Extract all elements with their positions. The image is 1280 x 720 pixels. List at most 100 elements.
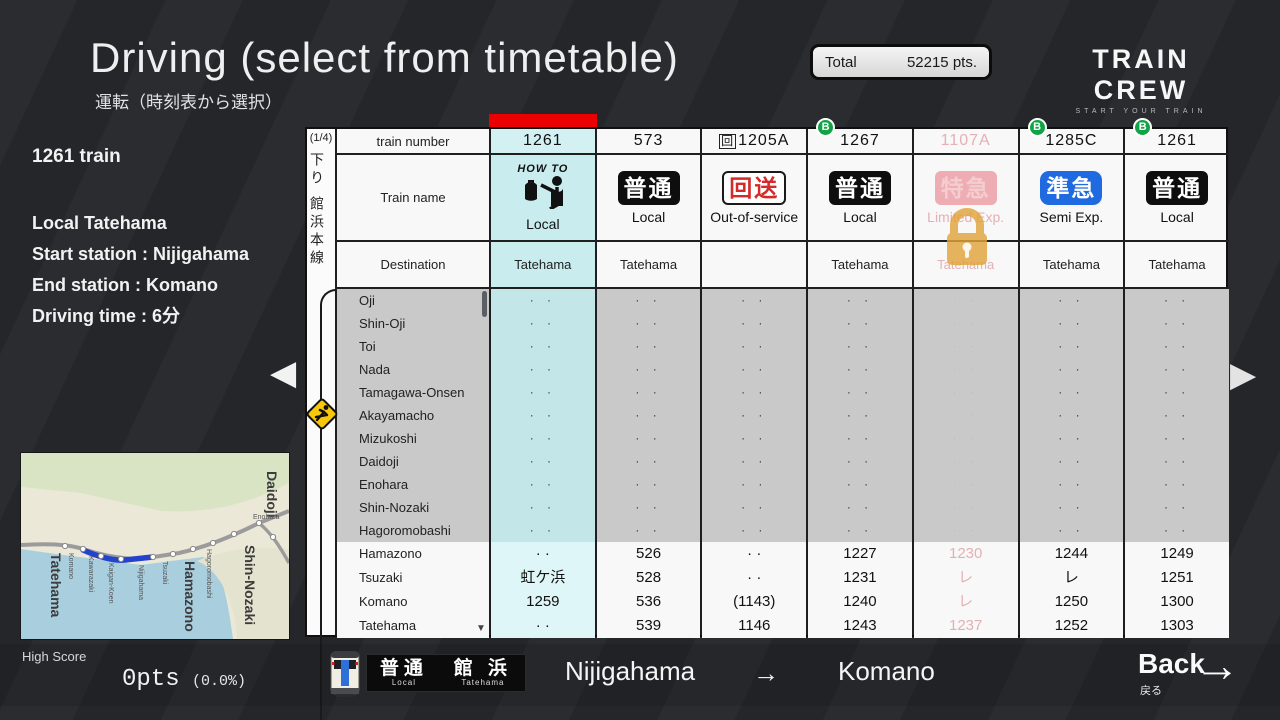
- train-type-en: Local: [1160, 209, 1193, 225]
- info-end-station: End station : Komano: [32, 270, 292, 301]
- scroll-down-icon[interactable]: ▼: [476, 623, 486, 634]
- time-cell: · ·: [491, 614, 595, 638]
- dot-cell: · ·: [1020, 427, 1124, 450]
- dot-cell: · ·: [597, 312, 701, 335]
- destination-header: Destination: [337, 242, 489, 289]
- high-score-label: High Score: [22, 649, 86, 664]
- station-name: Akayamacho: [337, 404, 489, 427]
- time-cell: 1243: [808, 614, 912, 638]
- train-type-badge: 普通: [1146, 171, 1208, 205]
- dot-cell: · ·: [1020, 496, 1124, 519]
- time-cell: 1303: [1125, 614, 1229, 638]
- dot-cell: · ·: [808, 312, 912, 335]
- high-score-percent: (0.0%): [192, 673, 246, 690]
- headsign-destination-en: Tatehama: [454, 679, 512, 687]
- dot-cell: · ·: [1020, 450, 1124, 473]
- time-cell: 1230: [914, 542, 1018, 566]
- train-name-cell: HOW TOLocal: [491, 155, 595, 242]
- train-column-1205A[interactable]: 回1205A回送Out-of-service· ·· ·· ·· ·· ·· ·…: [700, 129, 806, 635]
- time-cell: 1249: [1125, 542, 1229, 566]
- map-label-daidoji: Daidoji: [264, 471, 280, 518]
- dot-cell: · ·: [1020, 335, 1124, 358]
- pass-rows: · ·· ·· ·· ·· ·· ·· ·· ·· ·· ·· ·: [914, 289, 1018, 542]
- dot-cell: · ·: [1125, 519, 1229, 542]
- b-badge-icon: B: [816, 118, 835, 137]
- dot-cell: · ·: [914, 473, 1018, 496]
- time-cell: 1252: [1020, 614, 1124, 638]
- high-score-value: 0pts: [122, 666, 180, 693]
- train-number-cell: 1107A: [914, 129, 1018, 155]
- dot-cell: · ·: [491, 473, 595, 496]
- time-cell: 526: [597, 542, 701, 566]
- time-cell: 528: [597, 566, 701, 590]
- line-name-label: 館浜本線: [307, 196, 327, 268]
- dot-cell: · ·: [702, 358, 806, 381]
- dot-cell: · ·: [914, 450, 1018, 473]
- dot-cell: · ·: [1125, 358, 1229, 381]
- train-column-573[interactable]: 573普通LocalTatehama· ·· ·· ·· ·· ·· ·· ··…: [595, 129, 701, 635]
- map-label-enohara: Enohara: [253, 514, 280, 521]
- next-page-arrow[interactable]: ▶: [1230, 358, 1256, 392]
- destination-cell: [702, 242, 806, 289]
- dot-cell: · ·: [491, 519, 595, 542]
- pass-rows: · ·· ·· ·· ·· ·· ·· ·· ·· ·· ·· ·: [1020, 289, 1124, 542]
- time-cell: レ: [914, 590, 1018, 614]
- train-name-cell: 普通Local: [597, 155, 701, 242]
- dot-cell: · ·: [1125, 381, 1229, 404]
- station-list-white: HamazonoTsuzakiKomanoTatehama: [337, 542, 489, 638]
- time-cell: (1143): [702, 590, 806, 614]
- map-label-shin-nozaki: Shin-Nozaki: [242, 545, 258, 625]
- dot-cell: · ·: [702, 381, 806, 404]
- time-rows: 1249125113001303: [1125, 542, 1229, 638]
- dot-cell: · ·: [914, 496, 1018, 519]
- time-cell: 1259: [491, 590, 595, 614]
- dot-cell: · ·: [702, 404, 806, 427]
- howto-label: HOW TO: [517, 163, 568, 175]
- train-type-en: Local: [632, 209, 665, 225]
- logo-text: TRAIN CREW: [1048, 44, 1234, 106]
- back-arrow-icon: →: [1194, 638, 1240, 692]
- time-rows: · ·· ·(1143)1146: [702, 542, 806, 638]
- dot-cell: · ·: [597, 473, 701, 496]
- train-column-1261[interactable]: B1261普通LocalTatehama· ·· ·· ·· ·· ·· ·· …: [1123, 129, 1229, 635]
- time-rows: 1230レレ1237: [914, 542, 1018, 638]
- dot-cell: · ·: [1020, 404, 1124, 427]
- headsign-type-en: Local: [380, 679, 428, 687]
- time-cell: 1227: [808, 542, 912, 566]
- time-rows: 526528536539: [597, 542, 701, 638]
- page-indicator: (1/4): [307, 132, 335, 144]
- station-list-scrollbar[interactable]: [482, 291, 487, 317]
- time-cell: 1244: [1020, 542, 1124, 566]
- back-button[interactable]: Back 戻る →: [1132, 644, 1262, 704]
- page-subtitle-ja: 運転（時刻表から選択）: [95, 88, 282, 113]
- dot-cell: · ·: [808, 496, 912, 519]
- station-name: Tamagawa-Onsen: [337, 381, 489, 404]
- pass-rows: · ·· ·· ·· ·· ·· ·· ·· ·· ·· ·· ·: [702, 289, 806, 542]
- train-front-icon: [328, 650, 362, 703]
- route-map: Tatehama Hamazono Shin-Nozaki Daidoji Ko…: [20, 452, 290, 640]
- dot-cell: · ·: [1020, 289, 1124, 312]
- train-type-badge: 準急: [1040, 171, 1102, 205]
- train-type-en: Semi Exp.: [1039, 209, 1103, 225]
- dot-cell: · ·: [702, 496, 806, 519]
- time-cell: 1250: [1020, 590, 1124, 614]
- station-name: Mizukoshi: [337, 427, 489, 450]
- dot-cell: · ·: [702, 335, 806, 358]
- prev-page-arrow[interactable]: ◀: [270, 356, 296, 390]
- station-name: Komano: [337, 590, 489, 614]
- info-start-station: Start station : Nijigahama: [32, 239, 292, 270]
- train-column-1285C[interactable]: B1285C準急Semi Exp.Tatehama· ·· ·· ·· ·· ·…: [1018, 129, 1124, 635]
- pass-rows: · ·· ·· ·· ·· ·· ·· ·· ·· ·· ·· ·: [491, 289, 595, 542]
- dot-cell: · ·: [914, 289, 1018, 312]
- train-column-1267[interactable]: B1267普通LocalTatehama· ·· ·· ·· ·· ·· ·· …: [806, 129, 912, 635]
- train-column-1107A[interactable]: 1107A特急Limited Exp.Tatehama· ·· ·· ·· ··…: [912, 129, 1018, 635]
- info-service: Local Tatehama: [32, 208, 292, 239]
- dot-cell: · ·: [808, 289, 912, 312]
- game-logo: TRAIN CREW START YOUR TRAIN: [1048, 44, 1234, 115]
- route-end-station: Komano: [838, 656, 935, 687]
- info-driving-time: Driving time : 6分: [32, 301, 292, 332]
- train-column-1261[interactable]: 1261HOW TOLocalTatehama· ·· ·· ·· ·· ·· …: [489, 129, 595, 635]
- station-name: Hamazono: [337, 542, 489, 566]
- total-label: Total: [825, 54, 857, 71]
- dot-cell: · ·: [491, 312, 595, 335]
